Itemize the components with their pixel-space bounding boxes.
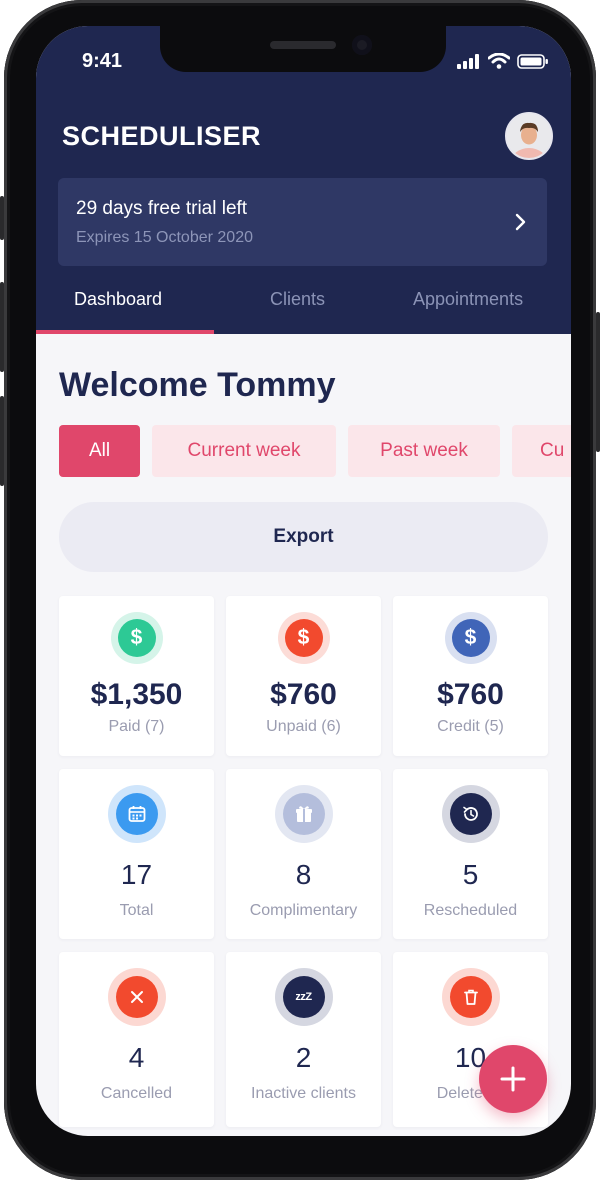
paid-icon-ring: $ (110, 612, 163, 664)
tab-dashboard[interactable]: Dashboard (74, 289, 162, 310)
stat-card-rescheduled[interactable]: 5 Rescheduled (393, 769, 548, 939)
paid-label: Paid (7) (108, 718, 165, 735)
active-tab-indicator (36, 330, 214, 334)
filter-past-week[interactable]: Past week (348, 425, 500, 477)
filter-chips: All Current week Past week Cu (59, 425, 571, 477)
plus-icon (500, 1066, 526, 1092)
stat-card-credit[interactable]: $ $760 Credit (5) (393, 596, 548, 756)
cancelled-icon-ring (107, 968, 166, 1026)
app-header: 9:41 SCHEDULISER 29 days free trial left… (36, 26, 571, 334)
total-label: Total (119, 902, 154, 919)
phone-screen: 9:41 SCHEDULISER 29 days free trial left… (36, 26, 571, 1136)
dollar-icon: $ (117, 619, 156, 657)
tab-clients[interactable]: Clients (270, 289, 325, 310)
stat-card-inactive-clients[interactable]: zzZ 2 Inactive clients (226, 952, 381, 1127)
rescheduled-count: 5 (462, 859, 479, 890)
unpaid-label: Unpaid (6) (266, 718, 341, 735)
history-glyph (462, 806, 478, 821)
credit-label: Credit (5) (437, 718, 504, 735)
gift-glyph (295, 806, 312, 822)
trial-expiry: Expires 15 October 2020 (76, 229, 253, 246)
calendar-icon (115, 793, 158, 835)
app-logo: SCHEDULISER (62, 121, 262, 151)
complimentary-label: Complimentary (249, 902, 358, 919)
total-icon-ring (107, 785, 166, 843)
dollar-icon: $ (451, 619, 490, 657)
chevron-right-icon (515, 213, 526, 231)
dollar-glyph: $ (130, 626, 143, 649)
unpaid-amount: $760 (270, 678, 337, 711)
status-icons (457, 53, 549, 69)
unpaid-icon-ring: $ (277, 612, 330, 664)
tab-bar: Dashboard Clients Appointments (36, 282, 571, 334)
filter-current-week[interactable]: Current week (152, 425, 336, 477)
filter-all[interactable]: All (59, 425, 140, 477)
status-time: 9:41 (82, 50, 123, 72)
export-button[interactable]: Export (59, 502, 548, 572)
stat-card-complimentary[interactable]: 8 Complimentary (226, 769, 381, 939)
stat-card-paid[interactable]: $ $1,350 Paid (7) (59, 596, 214, 756)
rescheduled-icon-ring (441, 785, 500, 843)
add-button[interactable] (479, 1045, 547, 1113)
gift-icon (282, 793, 325, 835)
complimentary-icon-ring (274, 785, 333, 843)
dollar-icon: $ (284, 619, 323, 657)
cancelled-label: Cancelled (100, 1085, 173, 1102)
welcome-heading: Welcome Tommy (59, 366, 336, 404)
credit-amount: $760 (437, 678, 504, 711)
tab-appointments[interactable]: Appointments (413, 289, 523, 310)
inactive-icon-ring: zzZ (274, 968, 333, 1026)
cellular-signal-icon (457, 53, 479, 69)
stat-card-total[interactable]: 17 Total (59, 769, 214, 939)
total-count: 17 (120, 859, 153, 890)
trial-title: 29 days free trial left (76, 198, 248, 219)
sleep-glyph: zzZ (295, 991, 312, 1003)
paid-amount: $1,350 (90, 678, 183, 711)
filter-current-partial[interactable]: Cu (512, 425, 571, 477)
front-camera (352, 35, 372, 55)
close-glyph (130, 991, 143, 1003)
avatar-portrait (507, 114, 551, 158)
sleep-icon: zzZ (282, 976, 325, 1018)
trial-banner[interactable]: 29 days free trial left Expires 15 Octob… (58, 178, 547, 266)
cancelled-count: 4 (128, 1042, 145, 1073)
stat-card-cancelled[interactable]: 4 Cancelled (59, 952, 214, 1127)
phone-frame: 9:41 SCHEDULISER 29 days free trial left… (4, 0, 596, 1180)
dollar-glyph: $ (297, 626, 310, 649)
stat-card-unpaid[interactable]: $ $760 Unpaid (6) (226, 596, 381, 756)
close-icon (115, 976, 158, 1018)
trash-glyph (463, 989, 478, 1005)
notch (160, 26, 446, 72)
deleted-icon-ring (441, 968, 500, 1026)
inactive-label: Inactive clients (251, 1085, 356, 1102)
dollar-glyph: $ (464, 626, 477, 649)
battery-icon (517, 53, 548, 69)
history-icon (449, 793, 492, 835)
rescheduled-label: Rescheduled (423, 902, 518, 919)
wifi-icon (488, 53, 510, 69)
complimentary-count: 8 (295, 859, 312, 890)
user-avatar[interactable] (505, 112, 553, 160)
calendar-glyph (128, 806, 145, 822)
inactive-count: 2 (295, 1042, 312, 1073)
speaker-grille (270, 41, 336, 49)
credit-icon-ring: $ (444, 612, 497, 664)
power-button (596, 312, 600, 452)
trash-icon (449, 976, 492, 1018)
